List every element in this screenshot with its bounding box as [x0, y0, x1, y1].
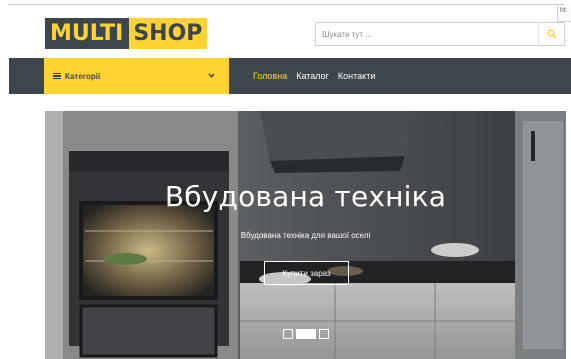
search-bar — [315, 22, 565, 46]
chevron-down-icon — [208, 73, 215, 78]
carousel-dot-2[interactable] — [296, 329, 316, 339]
buy-now-button[interactable]: Купити зараз — [264, 261, 349, 285]
hero-carousel[interactable]: Вбудована техніка Вбудована техніка для … — [45, 111, 566, 359]
nav-link-catalog[interactable]: Каталог — [296, 71, 329, 81]
carousel-dot-3[interactable] — [319, 329, 329, 339]
carousel-dot-1[interactable] — [283, 329, 293, 339]
menu-bars-icon — [53, 73, 61, 79]
logo-shop: SHOP — [129, 18, 208, 49]
corner-tab-text: ht — [560, 7, 567, 14]
nav-menu: Головна Каталог Контакти — [253, 58, 384, 94]
categories-label: Категорії — [65, 71, 101, 81]
logo-multi: MULTI — [45, 18, 130, 49]
search-icon — [547, 29, 557, 39]
hero-title: Вбудована техніка — [164, 180, 447, 213]
corner-tab[interactable]: ht — [557, 6, 571, 22]
main-navbar: Категорії Головна Каталог Контакти — [9, 58, 571, 94]
logo[interactable]: MULTI SHOP — [45, 18, 208, 49]
categories-dropdown[interactable]: Категорії — [44, 58, 229, 94]
hero-subtitle: Вбудована техніка для вашої оселі — [240, 231, 371, 240]
window-top-border — [8, 4, 564, 5]
nav-link-contacts[interactable]: Контакти — [338, 71, 375, 81]
search-button[interactable] — [538, 23, 564, 45]
nav-link-home[interactable]: Головна — [253, 71, 287, 81]
search-input[interactable] — [316, 23, 538, 45]
carousel-indicators — [283, 329, 332, 339]
